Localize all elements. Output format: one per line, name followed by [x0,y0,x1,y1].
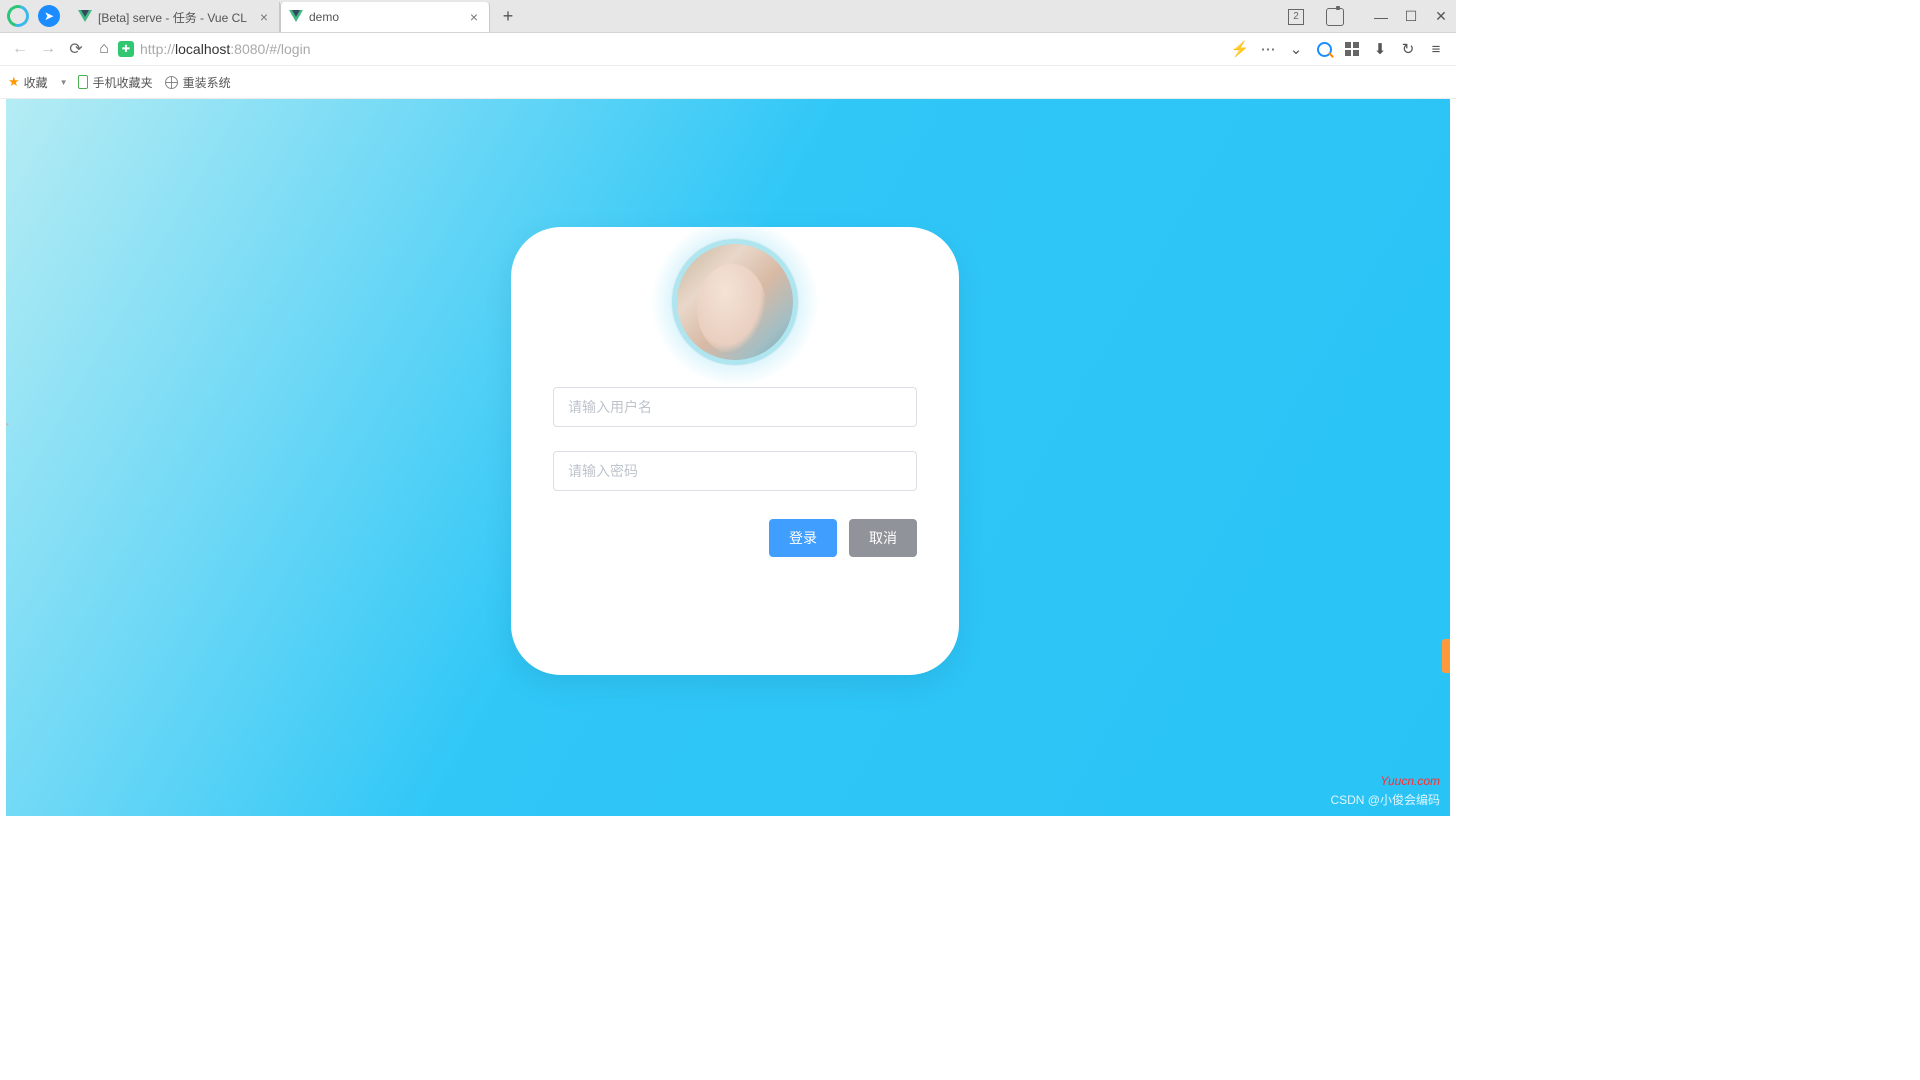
avatar-glow [650,217,820,387]
watermark-site: Yuucn.com [1380,774,1440,788]
window-controls: 2 — ☐ ✕ [1288,0,1456,33]
tab-vue-cli[interactable]: [Beta] serve - 任务 - Vue CL × [70,2,280,32]
chevron-down-icon[interactable]: ⌄ [1282,35,1310,63]
window-maximize[interactable]: ☐ [1396,8,1426,25]
vue-icon [289,10,303,24]
bookmark-reinstall[interactable]: 重装系统 [165,74,231,91]
chevron-down-icon[interactable]: ▼ [60,78,68,87]
page-content: ▸ 登录 取消 Yuucn.com CSDN @小俊会编码 [6,99,1450,816]
extensions-icon[interactable] [1326,8,1344,26]
address-bar: ← → ⟳ ⌂ ✚ http://localhost:8080/#/login … [0,33,1456,66]
tab-demo[interactable]: demo × [280,2,490,32]
apps-grid-icon[interactable] [1338,35,1366,63]
tab-label: [Beta] serve - 任务 - Vue CL [98,9,257,26]
globe-icon [165,76,178,89]
url-host: localhost [175,41,230,57]
url-display[interactable]: http://localhost:8080/#/login [140,41,1226,57]
more-icon[interactable]: ⋯ [1254,35,1282,63]
url-path: :8080/#/login [230,41,310,57]
menu-icon[interactable]: ≡ [1422,35,1450,63]
login-card: 登录 取消 [511,227,959,675]
bookmark-favorites[interactable]: ★ 收藏 [8,74,48,91]
nav-plane-icon[interactable]: ➤ [38,5,60,27]
bookmark-label: 收藏 [24,74,48,91]
button-row: 登录 取消 [553,519,917,557]
nav-forward[interactable]: → [34,35,62,63]
bookmark-mobile[interactable]: 手机收藏夹 [78,74,153,91]
password-input[interactable] [553,451,917,491]
undo-icon[interactable]: ↻ [1394,35,1422,63]
close-icon[interactable]: × [467,9,481,25]
avatar [672,239,798,365]
nav-reload[interactable]: ⟳ [62,35,90,63]
phone-icon [78,75,88,89]
login-button[interactable]: 登录 [769,519,837,557]
username-input[interactable] [553,387,917,427]
tabs: [Beta] serve - 任务 - Vue CL × demo × + [70,0,522,32]
star-icon: ★ [8,74,20,90]
tab-label: demo [309,10,467,24]
search-icon[interactable] [1310,35,1338,63]
watermark-csdn: CSDN @小俊会编码 [1330,791,1440,808]
bookmark-bar: ★ 收藏 ▼ 手机收藏夹 重装系统 [0,66,1456,99]
collapse-indicator[interactable]: ▸ [6,419,9,430]
browser-logo [7,5,29,27]
vue-icon [78,10,92,24]
tab-count-badge[interactable]: 2 [1288,9,1304,25]
new-tab-button[interactable]: + [494,2,522,30]
window-close[interactable]: ✕ [1426,8,1456,25]
window-minimize[interactable]: — [1366,9,1396,25]
browser-tab-strip: ➤ [Beta] serve - 任务 - Vue CL × demo × + … [0,0,1456,33]
nav-back[interactable]: ← [6,35,34,63]
bookmark-label: 手机收藏夹 [93,74,153,91]
download-icon[interactable]: ⬇ [1366,35,1394,63]
close-icon[interactable]: × [257,9,271,25]
bookmark-label: 重装系统 [183,74,231,91]
cancel-button[interactable]: 取消 [849,519,917,557]
nav-home[interactable]: ⌂ [90,35,118,63]
url-protocol: http:// [140,41,175,57]
side-handle[interactable] [1442,639,1450,673]
bolt-icon[interactable]: ⚡ [1226,35,1254,63]
security-shield-icon: ✚ [118,41,134,57]
